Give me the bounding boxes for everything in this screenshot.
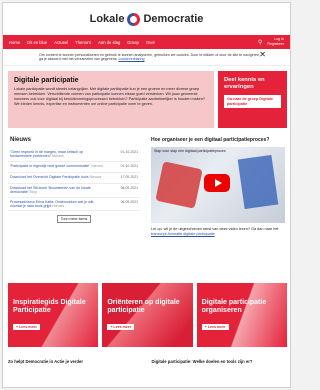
card-title: Oriënteren op digitale participatie <box>107 299 180 314</box>
card-title: Inspiratiegids Digitale Participatie <box>13 299 86 314</box>
news-item-tag: Nieuws <box>89 174 102 179</box>
intro-panel: Digitale participatie Lokale participati… <box>8 71 214 128</box>
bottom-heading-right: Digitale participatie: Welke doelen en t… <box>151 359 253 364</box>
video-thumbnail-shape <box>237 154 279 210</box>
news-item-date: 06-09-2021 <box>120 199 138 204</box>
register-link[interactable]: Registreer <box>267 42 284 47</box>
cookie-banner: Om content te kunnen personaliseren en g… <box>3 49 290 66</box>
close-icon[interactable]: ✕ <box>259 51 266 58</box>
video-heading: Hoe organiseer je een digitaal participa… <box>151 137 270 143</box>
page: Lokale Democratie Home Dit en blue Actue… <box>2 2 291 388</box>
nav-item-actueel[interactable]: Actueel <box>54 40 68 45</box>
video-caption-text: Let op: wil je de uitgeschreven tekst va… <box>151 227 279 231</box>
news-item-title[interactable]: Download het Overzicht Digitale Particip… <box>10 175 89 179</box>
login-links: Log in Registreer <box>267 37 284 47</box>
logo-text-left: Lokale <box>89 13 125 25</box>
news-item-title-block: Procesadviseur Erica Kalfa: Onderzoeken … <box>10 200 105 209</box>
news-item-tag: Nieuws <box>91 163 103 168</box>
cookie-policy-link[interactable]: cookieverklaring <box>119 57 145 61</box>
video-section: Hoe organiseer je een digitaal participa… <box>151 133 288 273</box>
news-item-date: 08-09-2021 <box>120 185 138 190</box>
search-icon[interactable]: ⚲ <box>258 39 262 46</box>
nav-right: ⚲ Log in Registreer <box>258 37 284 47</box>
read-more-button[interactable]: + Lees meer <box>201 324 229 330</box>
intro-text: Lokale participatie wordt steeds belangr… <box>14 87 206 106</box>
news-section: Nieuws "Geen reqeuek in de marges, maar … <box>8 133 140 273</box>
more-news-button[interactable]: Toon meer items <box>57 215 91 224</box>
video-thumbnail-shape <box>155 161 203 209</box>
nav-item-aan-de-slag[interactable]: Aan de slag <box>98 40 120 45</box>
nav-item-home[interactable]: Home <box>9 40 20 45</box>
news-item-title[interactable]: Download het Stil-boek 'Bouwstenen van d… <box>10 186 91 194</box>
logo-mark-icon <box>127 12 141 26</box>
video-player[interactable]: Stap voor stap een digitaal participatie… <box>151 147 285 223</box>
card-inspiratiegids[interactable]: Inspiratiegids Digitale Participatie + L… <box>8 283 99 347</box>
news-item-title[interactable]: 'Participatie in eigentijk heel goede co… <box>10 164 90 168</box>
nav-item-dit-en-blue[interactable]: Dit en blue <box>27 40 47 45</box>
share-panel: Deel kennis en ervaringen Ga naar de gro… <box>218 71 287 128</box>
play-icon[interactable] <box>204 174 230 192</box>
news-heading: Nieuws <box>10 137 32 143</box>
site-header: Lokale Democratie <box>3 3 290 35</box>
bottom-headings: Zo helpt Democratie in Actie je verder D… <box>8 359 287 364</box>
news-item-title-block: "Geen reqeuek in de marges, maar kritisc… <box>10 150 105 159</box>
site-logo[interactable]: Lokale Democratie <box>89 12 204 26</box>
video-title: Stap voor stap een digitaal participatie… <box>154 149 226 153</box>
card-title: Digitale participatie organiseren <box>201 299 267 314</box>
nav-item-over[interactable]: Over <box>146 40 155 45</box>
news-item-title-block: 'Participatie in eigentijk heel goede co… <box>10 164 105 168</box>
news-item[interactable]: Download het Overzicht Digitale Particip… <box>8 173 140 184</box>
news-item[interactable]: 'Participatie in eigentijk heel goede co… <box>8 162 140 173</box>
group-button[interactable]: Ga naar de groep Digitale participatie <box>224 95 281 108</box>
transcript-link[interactable]: transcript Animatie digitale participati… <box>151 232 215 236</box>
card-organiseren[interactable]: Digitale participatie organiseren + Lees… <box>196 283 287 347</box>
news-item-date: 01-10-2021 <box>120 150 138 154</box>
page-title: Digitale participatie <box>14 77 79 84</box>
logo-text-right: Democratie <box>143 13 204 25</box>
bottom-heading-left: Zo helpt Democratie in Actie je verder <box>8 359 84 364</box>
video-caption: Let op: wil je de uitgeschreven tekst va… <box>151 227 288 237</box>
news-item[interactable]: Download het Stil-boek 'Bouwstenen van d… <box>8 184 140 198</box>
cookie-text-block: Om content te kunnen personaliseren en g… <box>39 53 260 62</box>
main-nav: Home Dit en blue Actueel Thema's Aan de … <box>3 35 290 49</box>
news-item-title-block: Download het Stil-boek 'Bouwstenen van d… <box>10 186 105 195</box>
share-title: Deel kennis en ervaringen <box>224 77 265 90</box>
read-more-button[interactable]: + Lees meer <box>107 324 135 330</box>
news-item[interactable]: Procesadviseur Erica Kalfa: Onderzoeken … <box>8 198 140 212</box>
feature-cards: Inspiratiegids Digitale Participatie + L… <box>8 283 287 347</box>
news-item-date: 17-09-2021 <box>120 174 138 179</box>
nav-item-groep[interactable]: Groep <box>127 40 139 45</box>
news-item-title[interactable]: "Geen reqeuek in de marges, maar kritisc… <box>10 150 83 158</box>
cookie-text: Om content te kunnen personaliseren en g… <box>39 52 260 62</box>
news-item-tag: Nieuws <box>52 204 65 209</box>
nav-item-themas[interactable]: Thema's <box>75 40 91 45</box>
news-item-tag: Nieuws <box>52 154 64 159</box>
news-item-tag: Blog <box>29 190 37 195</box>
card-orienteren[interactable]: Oriënteren op digitale participatie + Le… <box>102 283 193 347</box>
read-more-button[interactable]: + Lees meer <box>13 324 40 330</box>
news-item-date: 01-10-2021 <box>120 163 138 168</box>
news-item[interactable]: "Geen reqeuek in de marges, maar kritisc… <box>8 148 140 162</box>
news-item-title-block: Download het Overzicht Digitale Particip… <box>10 175 105 179</box>
